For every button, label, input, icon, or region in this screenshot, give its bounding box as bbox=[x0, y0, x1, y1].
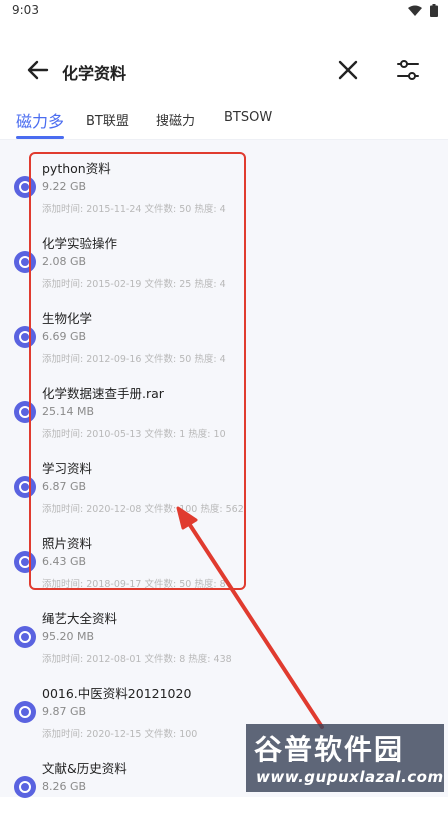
close-icon bbox=[338, 60, 358, 80]
back-button[interactable] bbox=[24, 56, 52, 84]
magnet-search-icon bbox=[14, 626, 36, 648]
magnet-search-icon bbox=[14, 701, 36, 723]
search-query-title: 化学资料 bbox=[62, 64, 127, 83]
item-size: 95.20 MB bbox=[42, 630, 95, 643]
status-time: 9:03 bbox=[12, 3, 39, 17]
magnet-search-icon bbox=[14, 776, 36, 798]
item-size: 8.26 GB bbox=[42, 780, 87, 793]
tab-bt-lianmeng[interactable]: BT联盟 bbox=[86, 110, 129, 129]
item-title: 0016.中医资料20121020 bbox=[42, 686, 192, 701]
tab-soucili[interactable]: 搜磁力 bbox=[156, 110, 195, 129]
annotation-highlight-box bbox=[29, 152, 246, 590]
item-size: 9.87 GB bbox=[42, 705, 87, 718]
clear-button[interactable] bbox=[334, 56, 362, 84]
battery-icon bbox=[430, 4, 438, 17]
wifi-icon bbox=[408, 5, 422, 16]
item-title: 绳艺大全资料 bbox=[42, 611, 118, 626]
source-tabs: 磁力多 BT联盟 搜磁力 BTSOW bbox=[0, 100, 448, 140]
arrow-left-icon bbox=[27, 60, 49, 80]
app-bar: 化学资料 bbox=[0, 44, 448, 96]
tab-btsow[interactable]: BTSOW bbox=[224, 110, 272, 125]
item-meta: 添加时间: 2020-12-15 文件数: 100 bbox=[42, 729, 198, 740]
list-item[interactable]: 绳艺大全资料 95.20 MB 添加时间: 2012-08-01 文件数: 8 … bbox=[0, 598, 448, 673]
watermark-title: 谷普软件园 bbox=[254, 733, 405, 766]
status-icons bbox=[408, 4, 438, 17]
filter-button[interactable] bbox=[394, 56, 422, 84]
item-meta: 添加时间: 2012-08-01 文件数: 8 热度: 438 bbox=[42, 654, 232, 665]
tab-cilido[interactable]: 磁力多 bbox=[16, 108, 64, 132]
watermark: 谷普软件园 www.gupuxlazal.com bbox=[246, 724, 444, 792]
watermark-url: www.gupuxlazal.com bbox=[256, 768, 444, 786]
status-bar: 9:03 bbox=[0, 0, 448, 24]
item-title: 文献&历史资料 bbox=[42, 761, 127, 776]
sliders-icon bbox=[397, 60, 419, 80]
